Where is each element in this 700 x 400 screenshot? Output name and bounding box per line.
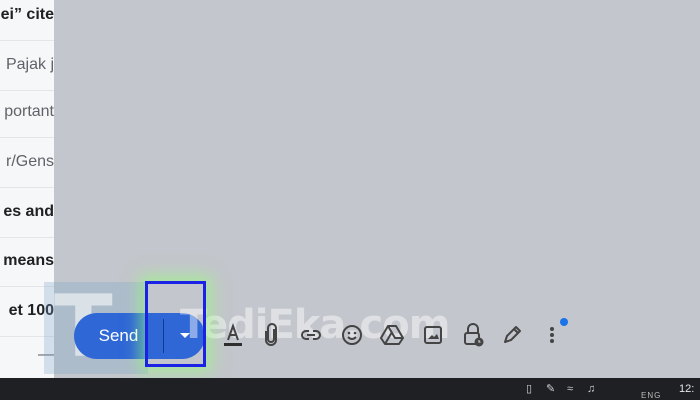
list-item[interactable]: portant bbox=[0, 87, 54, 138]
insert-link-button[interactable] bbox=[298, 322, 324, 348]
list-item-text: es and bbox=[3, 203, 54, 220]
list-item[interactable]: Pajak j bbox=[0, 40, 54, 91]
insert-photo-icon bbox=[424, 326, 442, 344]
attach-files-button[interactable] bbox=[258, 322, 284, 348]
language-indicator[interactable]: ENG bbox=[641, 391, 661, 400]
format-text-icon bbox=[224, 323, 242, 346]
confidential-mode-icon bbox=[464, 323, 484, 347]
attach-file-icon bbox=[265, 323, 277, 346]
confidential-mode-button[interactable] bbox=[460, 322, 486, 348]
insert-signature-button[interactable] bbox=[499, 322, 525, 348]
send-button-label: Send bbox=[98, 326, 139, 345]
volume-icon[interactable]: ♫ bbox=[587, 384, 595, 395]
list-item-text: portant bbox=[4, 103, 54, 120]
network-icon[interactable]: ▯ bbox=[526, 384, 532, 395]
signature-pen-icon bbox=[504, 326, 521, 343]
more-options-button[interactable] bbox=[539, 322, 565, 348]
list-item-text: ei” cite bbox=[0, 6, 54, 23]
more-options-icon bbox=[550, 327, 554, 343]
list-item[interactable]: r/Gens bbox=[0, 137, 54, 188]
formatting-options-button[interactable] bbox=[220, 322, 246, 348]
insert-emoji-icon bbox=[342, 325, 362, 345]
pen-tray-icon[interactable]: ✎ bbox=[546, 384, 555, 395]
list-item-text: r/Gens bbox=[5, 153, 54, 170]
list-item[interactable]: ei” cite bbox=[0, 0, 54, 41]
list-item[interactable]: es and bbox=[0, 187, 54, 238]
send-button[interactable]: Send bbox=[74, 313, 163, 359]
insert-from-drive-button[interactable] bbox=[379, 322, 405, 348]
wifi-icon[interactable]: ≈ bbox=[567, 384, 573, 395]
list-item-text: means bbox=[3, 252, 54, 269]
insert-photo-button[interactable] bbox=[420, 322, 446, 348]
list-item-text: Pajak j bbox=[5, 56, 54, 73]
google-drive-icon bbox=[380, 325, 404, 345]
notification-dot bbox=[560, 318, 568, 326]
list-item[interactable]: means bbox=[0, 236, 54, 287]
clock[interactable]: 12: bbox=[679, 383, 694, 395]
insert-link-icon bbox=[301, 330, 321, 340]
insert-emoji-button[interactable] bbox=[339, 322, 365, 348]
